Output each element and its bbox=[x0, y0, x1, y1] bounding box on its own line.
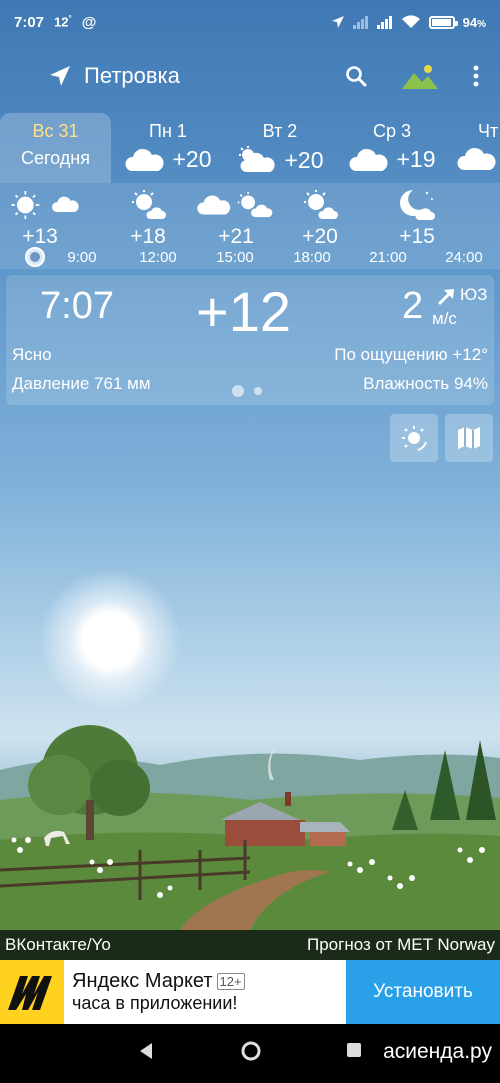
sun-moving-icon bbox=[402, 426, 427, 451]
sun-cloud-icon bbox=[304, 190, 338, 219]
day-temp: +20 bbox=[284, 146, 324, 173]
location-status-icon bbox=[331, 16, 344, 28]
hour-time: 9:00 bbox=[67, 249, 97, 266]
page-dot bbox=[254, 387, 262, 395]
sun-info-button[interactable] bbox=[390, 414, 438, 462]
wind-speed: 2 bbox=[402, 285, 424, 327]
day-tabs: Вс 31 Сегодня Пн 1 +20 Вт 2 +20 Ср 3 +19… bbox=[0, 113, 500, 183]
day-tab[interactable]: Чт bbox=[456, 113, 500, 183]
cloud-icon bbox=[349, 148, 389, 171]
hour-time: 15:00 bbox=[216, 249, 254, 266]
sun-cloud-icon bbox=[237, 192, 273, 218]
hour-item: +21 bbox=[196, 183, 276, 249]
wind-direction-icon bbox=[437, 289, 454, 306]
search-icon[interactable] bbox=[344, 64, 368, 88]
signal-icon-2 bbox=[376, 16, 392, 29]
landscape-icon[interactable] bbox=[402, 63, 438, 89]
ad-subtitle: часа в приложении! bbox=[72, 993, 238, 1013]
day-temp: +19 bbox=[396, 146, 436, 172]
day-tab[interactable]: Вт 2 +20 bbox=[230, 113, 330, 183]
current-conditions-card[interactable]: 7:07 +12 2 ЮЗ м/с Ясно По ощущению +12° … bbox=[6, 275, 494, 405]
day-tab-today[interactable]: Вс 31 Сегодня bbox=[0, 113, 111, 183]
day-name: Пн 1 bbox=[149, 121, 187, 141]
cloud-icon bbox=[457, 147, 496, 170]
feels-like-text: По ощущению +12° bbox=[334, 345, 488, 364]
sun-cloud-icon bbox=[239, 146, 276, 172]
cloud-icon bbox=[125, 148, 165, 171]
pressure-text: Давление 761 мм bbox=[12, 374, 151, 393]
wind-direction: ЮЗ bbox=[460, 285, 488, 304]
cloud-icon bbox=[51, 196, 79, 212]
day-temp: +20 bbox=[172, 146, 212, 172]
page-indicator bbox=[232, 385, 262, 397]
day-name: Вс 31 bbox=[32, 121, 79, 141]
day-today-label: Сегодня bbox=[21, 148, 90, 168]
hour-item: +18 bbox=[108, 183, 188, 249]
location-title[interactable]: Петровка bbox=[84, 63, 180, 89]
day-tab[interactable]: Пн 1 +20 bbox=[118, 113, 218, 183]
app-bar: Петровка bbox=[0, 48, 500, 104]
signal-icon bbox=[352, 16, 368, 29]
humidity-text: Влажность 94% bbox=[363, 374, 488, 393]
map-icon bbox=[458, 427, 480, 449]
page-dot-active bbox=[232, 385, 244, 397]
current-temp: +12 bbox=[196, 280, 291, 343]
yandex-market-logo-icon bbox=[8, 976, 52, 1010]
day-name: Вт 2 bbox=[262, 121, 298, 141]
battery-level: 94% bbox=[462, 14, 486, 30]
landscape-illustration bbox=[0, 725, 500, 930]
ad-age-rating: 12+ bbox=[216, 973, 245, 990]
hour-item: +13 bbox=[0, 183, 80, 267]
sun-illustration bbox=[40, 570, 180, 710]
at-sign-icon: @ bbox=[81, 13, 97, 31]
hour-time: 21:00 bbox=[369, 249, 407, 266]
back-icon[interactable] bbox=[138, 1042, 154, 1060]
hour-temp: +15 bbox=[399, 225, 435, 248]
current-time-marker-icon bbox=[25, 247, 45, 267]
ad-install-button[interactable]: Установить bbox=[346, 960, 500, 1024]
sun-icon bbox=[11, 191, 40, 219]
ad-title: Яндекс Маркет bbox=[72, 970, 213, 992]
hour-time: 24:00 bbox=[445, 249, 483, 266]
hour-time: 18:00 bbox=[293, 249, 331, 266]
status-weather: 12° bbox=[54, 14, 72, 30]
current-time: 7:07 bbox=[40, 285, 114, 327]
moon-cloud-icon bbox=[400, 190, 435, 220]
location-arrow-icon[interactable] bbox=[48, 64, 72, 88]
hour-item: +15 bbox=[377, 183, 457, 249]
status-bar: 7:07 12° @ 94% bbox=[0, 0, 500, 44]
wind-unit: м/с bbox=[432, 309, 457, 328]
hour-item: +20 bbox=[280, 183, 360, 249]
map-button[interactable] bbox=[445, 414, 493, 462]
hour-temp: +21 bbox=[218, 225, 254, 248]
watermark-text: асиенда.ру bbox=[383, 1040, 492, 1063]
hour-time: 12:00 bbox=[139, 249, 177, 266]
home-icon[interactable] bbox=[240, 1040, 262, 1062]
hour-temp: +18 bbox=[130, 225, 166, 248]
status-time: 7:07 bbox=[14, 13, 45, 31]
hourly-forecast[interactable]: +13 9:00 +18 12:00 +21 15:00 +20 18:00 +… bbox=[0, 183, 500, 269]
day-name: Ср 3 bbox=[372, 121, 412, 141]
wifi-icon bbox=[401, 15, 420, 28]
ad-banner[interactable]: Яндекс Маркет 12+ часа в приложении! Уст… bbox=[0, 960, 500, 1024]
image-credit-link[interactable]: ВКонтакте/Yo bbox=[5, 935, 111, 955]
condition-text: Ясно bbox=[12, 345, 52, 364]
hour-temp: +20 bbox=[302, 225, 338, 248]
battery-icon bbox=[428, 15, 458, 29]
day-name: Чт bbox=[478, 121, 499, 141]
day-tab[interactable]: Ср 3 +19 bbox=[342, 113, 442, 183]
more-vert-icon[interactable] bbox=[472, 64, 480, 88]
recents-icon[interactable] bbox=[346, 1042, 362, 1058]
cloud-icon bbox=[197, 195, 231, 215]
ad-logo bbox=[0, 960, 64, 1024]
forecast-source-link[interactable]: Прогноз от MET Norway bbox=[307, 935, 495, 955]
credits-bar: ВКонтакте/Yo Прогноз от MET Norway bbox=[0, 930, 500, 960]
sun-cloud-icon bbox=[132, 190, 166, 219]
